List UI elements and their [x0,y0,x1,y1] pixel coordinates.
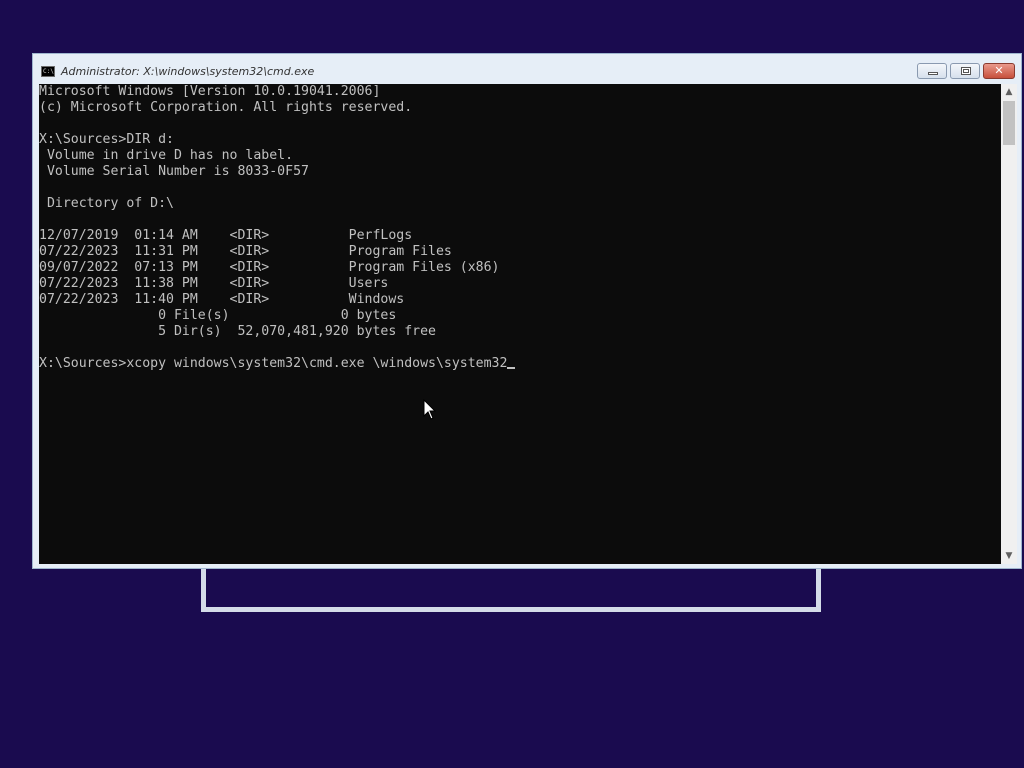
scroll-thumb[interactable] [1003,101,1015,145]
title-bar[interactable]: C:\ Administrator: X:\windows\system32\c… [33,54,1021,84]
caption-buttons: ✕ [914,63,1015,81]
cmd-window[interactable]: C:\ Administrator: X:\windows\system32\c… [32,53,1022,569]
window-title: Administrator: X:\windows\system32\cmd.e… [61,65,315,78]
console-line: 5 Dir(s) 52,070,481,920 bytes free [39,324,436,339]
setup-window-frame [201,568,821,612]
minimize-icon [928,72,938,75]
maximize-button[interactable] [950,63,980,79]
console-line: (c) Microsoft Corporation. All rights re… [39,100,413,115]
console-line: 12/07/2019 01:14 AM <DIR> PerfLogs [39,228,413,243]
console-line: Directory of D:\ [39,196,174,211]
console-output[interactable]: Microsoft Windows [Version 10.0.19041.20… [39,84,1001,564]
current-command: X:\Sources>xcopy windows\system32\cmd.ex… [39,356,508,371]
command-prompt-line[interactable]: X:\Sources>xcopy windows\system32\cmd.ex… [39,356,516,372]
mouse-pointer-icon [423,399,437,420]
console-line: Microsoft Windows [Version 10.0.19041.20… [39,84,381,99]
console-text: Microsoft Windows [Version 10.0.19041.20… [39,84,516,372]
close-button[interactable]: ✕ [983,63,1015,79]
console-line: Volume Serial Number is 8033-0F57 [39,164,309,179]
vertical-scrollbar[interactable]: ▲ ▼ [1001,84,1017,564]
console-line: 07/22/2023 11:38 PM <DIR> Users [39,276,389,291]
console-line: 0 File(s) 0 bytes [39,308,397,323]
scroll-down-arrow-icon[interactable]: ▼ [1001,548,1017,564]
desktop-background: C:\ Administrator: X:\windows\system32\c… [0,0,1024,768]
close-icon: ✕ [994,64,1004,77]
console-line: 09/07/2022 07:13 PM <DIR> Program Files … [39,260,500,275]
restore-icon [961,67,971,75]
console-line: 07/22/2023 11:31 PM <DIR> Program Files [39,244,452,259]
scroll-up-arrow-icon[interactable]: ▲ [1001,84,1017,100]
text-cursor [507,367,516,369]
minimize-button[interactable] [917,63,947,79]
cmd-app-icon[interactable]: C:\ [41,66,55,77]
console-line: X:\Sources>DIR d: [39,132,174,147]
console-line: Volume in drive D has no label. [39,148,294,163]
console-line: 07/22/2023 11:40 PM <DIR> Windows [39,292,405,307]
